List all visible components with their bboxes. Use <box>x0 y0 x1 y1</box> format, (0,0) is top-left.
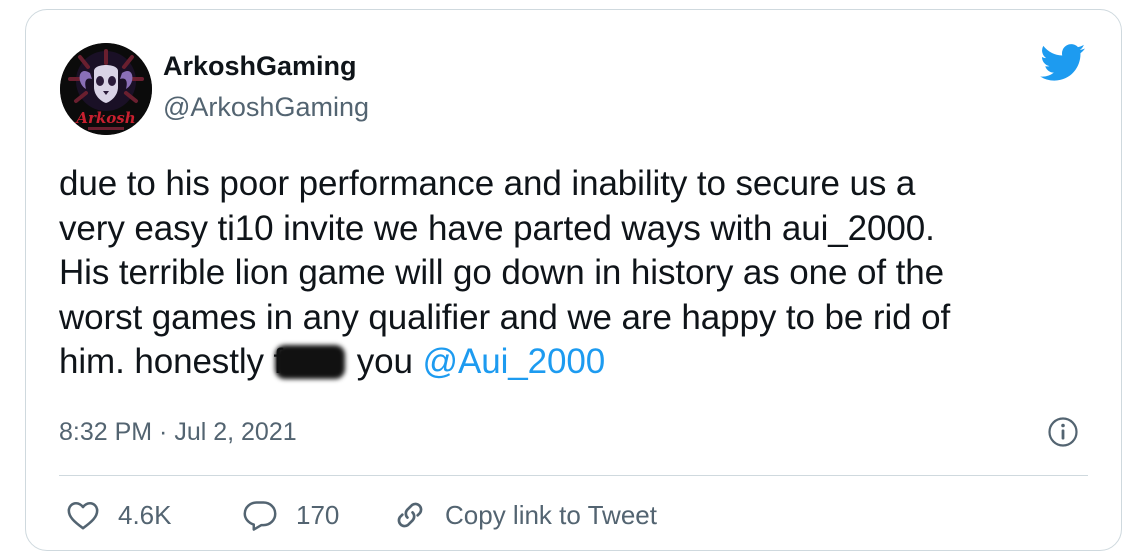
avatar-image: Arkosh <box>60 43 152 135</box>
avatar-logo-text: Arkosh <box>74 109 135 127</box>
tweet-text-segment: you <box>347 342 423 381</box>
divider <box>59 475 1088 476</box>
reply-count: 170 <box>296 499 340 530</box>
copy-link-label: Copy link to Tweet <box>445 499 657 530</box>
like-count: 4.6K <box>118 499 172 530</box>
tweet-text-line: His terrible lion game will go down in h… <box>59 253 944 292</box>
tweet-timestamp[interactable]: 8:32 PM · Jul 2, 2021 <box>59 415 297 449</box>
avatar[interactable]: Arkosh <box>60 43 152 135</box>
tweet-text: due to his poor performance and inabilit… <box>59 162 1099 385</box>
tweet-card: Arkosh ArkoshGaming @ArkoshGaming due to… <box>25 9 1122 551</box>
tweet-text-line: very easy ti10 invite we have parted way… <box>59 208 935 248</box>
author-display-name[interactable]: ArkoshGaming <box>163 49 357 83</box>
tweet-text-line: worst games in any qualifier and we are … <box>59 297 951 337</box>
link-icon <box>397 502 423 528</box>
tweet-text-last-line: him. honestly f you @Aui_2000 <box>59 340 1099 385</box>
mention-link[interactable]: @Aui_2000 <box>423 342 606 381</box>
tweet-text-segment: him. honestly f <box>59 342 284 381</box>
tweet-text-line: due to his poor performance and inabilit… <box>59 164 916 203</box>
info-icon[interactable] <box>1047 416 1079 448</box>
copy-link-button[interactable]: Copy link to Tweet <box>393 495 657 535</box>
twitter-bird-icon[interactable] <box>1040 44 1086 82</box>
author-handle[interactable]: @ArkoshGaming <box>163 90 369 124</box>
reply-button[interactable]: 170 <box>242 495 339 535</box>
censor-block <box>275 345 346 379</box>
reply-bubble-icon <box>243 501 277 531</box>
heart-icon <box>67 501 99 530</box>
like-button[interactable]: 4.6K <box>66 495 172 535</box>
